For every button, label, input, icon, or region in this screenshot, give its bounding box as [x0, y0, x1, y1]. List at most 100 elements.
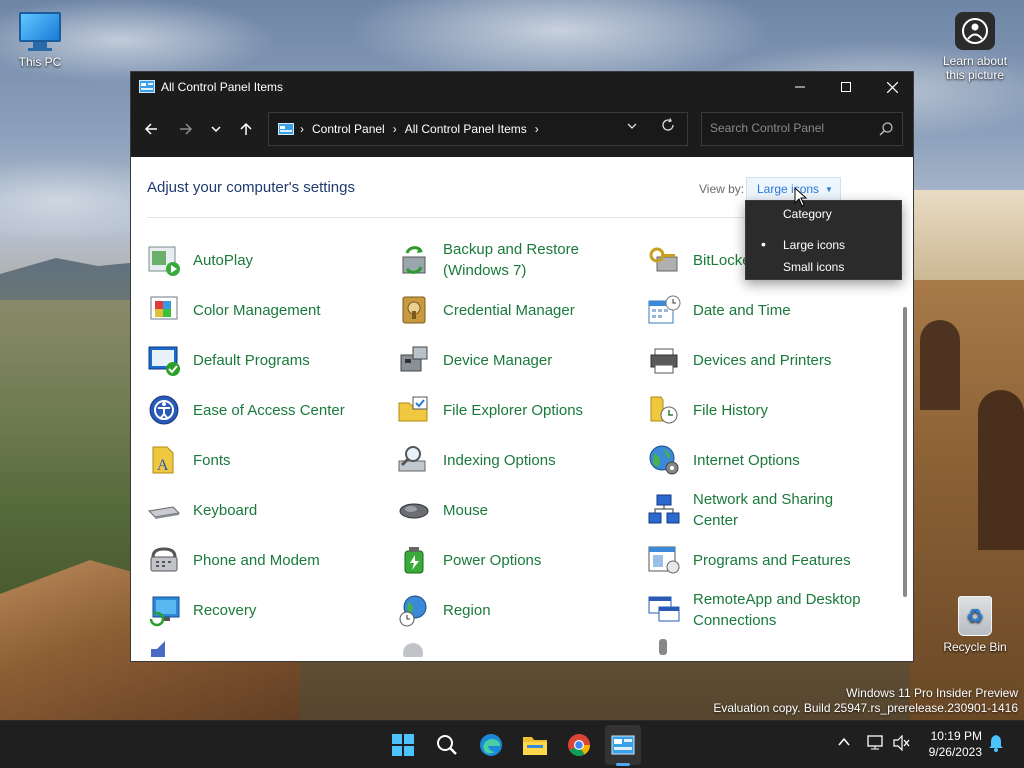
taskbar-chrome[interactable] — [565, 731, 593, 759]
network-tray-button[interactable] — [867, 735, 885, 754]
breadcrumb-separator[interactable]: › — [535, 122, 539, 136]
item-devices-printers[interactable]: Devices and Printers — [647, 337, 887, 383]
desktop-icon-recycle-bin[interactable]: ♻ Recycle Bin — [942, 596, 1008, 654]
close-button[interactable] — [869, 72, 913, 102]
file-history-icon — [650, 396, 678, 424]
item-programs-features[interactable]: Programs and Features — [647, 537, 887, 583]
item-partial[interactable] — [647, 637, 887, 657]
breadcrumb-separator: › — [300, 122, 304, 136]
item-label: File History — [693, 401, 769, 419]
desktop-icon-label: This PC — [18, 55, 62, 69]
item-autoplay[interactable]: AutoPlay — [147, 237, 387, 283]
wallpaper-town — [910, 190, 1024, 290]
keyboard-icon — [147, 506, 181, 519]
region-icon — [399, 595, 427, 627]
svg-text:A: A — [157, 457, 169, 474]
item-file-history[interactable]: File History — [647, 387, 887, 433]
close-icon — [886, 81, 898, 93]
item-label: Default Programs — [193, 351, 310, 369]
item-remoteapp[interactable]: RemoteApp and Desktop Connections — [647, 587, 887, 633]
address-history-button[interactable] — [626, 120, 638, 135]
ease-of-access-icon — [149, 395, 179, 425]
back-button[interactable] — [139, 117, 163, 141]
arrow-left-icon — [144, 123, 157, 135]
arrow-right-icon — [180, 123, 193, 135]
breadcrumb-all-items[interactable]: All Control Panel Items — [405, 122, 527, 136]
item-label: Devices and Printers — [693, 351, 832, 369]
chevron-up-icon — [838, 737, 850, 746]
arrow-up-icon — [240, 122, 252, 135]
search-icon — [437, 735, 457, 755]
up-button[interactable] — [234, 117, 258, 141]
default-programs-icon — [148, 346, 180, 376]
item-network-sharing[interactable]: Network and Sharing Center — [647, 487, 887, 533]
item-file-explorer-options[interactable]: File Explorer Options — [397, 387, 637, 433]
item-credential-manager[interactable]: Credential Manager — [397, 287, 637, 333]
item-region[interactable]: Region — [397, 587, 637, 633]
item-color-management[interactable]: Color Management — [147, 287, 387, 333]
item-default-programs[interactable]: Default Programs — [147, 337, 387, 383]
item-label: Color Management — [193, 301, 321, 319]
breadcrumb-control-panel[interactable]: Control Panel — [312, 122, 385, 136]
item-internet-options[interactable]: Internet Options — [647, 437, 887, 483]
item-label: Ease of Access Center — [193, 401, 345, 419]
item-fonts[interactable]: A Fonts — [147, 437, 387, 483]
start-button[interactable] — [389, 731, 417, 759]
taskbar-search-button[interactable] — [433, 731, 461, 759]
item-partial[interactable] — [397, 637, 637, 657]
network-icon — [867, 735, 883, 750]
wallpaper-bridge-arch — [920, 320, 960, 410]
learn-about-picture-icon — [955, 12, 995, 50]
taskbar-clock[interactable]: 10:19 PM 9/26/2023 — [918, 728, 982, 760]
programs-features-icon — [648, 546, 680, 574]
item-ease-of-access[interactable]: Ease of Access Center — [147, 387, 387, 433]
refresh-button[interactable] — [661, 118, 675, 136]
item-label: Credential Manager — [443, 301, 575, 319]
maximize-button[interactable] — [823, 72, 869, 102]
minimize-button[interactable] — [777, 72, 823, 102]
menu-item-small-icons[interactable]: Small icons — [783, 260, 844, 274]
menu-item-category[interactable]: Category — [783, 207, 832, 221]
control-panel-icon — [611, 735, 635, 755]
address-bar[interactable]: › Control Panel › All Control Panel Item… — [268, 112, 688, 146]
item-label: Backup and Restore (Windows 7) — [443, 241, 579, 279]
recent-locations-button[interactable] — [204, 117, 228, 141]
taskbar-edge[interactable] — [477, 731, 505, 759]
item-partial[interactable] — [147, 637, 387, 657]
mouse-cursor-icon — [794, 187, 808, 207]
item-label: RemoteApp and Desktop Connections — [693, 591, 861, 629]
internet-options-icon — [649, 445, 679, 475]
desktop-icon-learn-about-picture[interactable]: Learn about this picture — [938, 12, 1012, 82]
active-app-indicator — [616, 763, 630, 766]
item-keyboard[interactable]: Keyboard — [147, 487, 387, 533]
menu-item-large-icons[interactable]: Large icons — [783, 238, 845, 252]
search-input[interactable] — [710, 121, 870, 135]
navigation-toolbar: › Control Panel › All Control Panel Item… — [131, 102, 913, 157]
item-label: Network and Sharing Center — [693, 491, 834, 529]
taskbar-control-panel[interactable] — [609, 731, 637, 759]
maximize-icon — [841, 82, 851, 92]
show-hidden-icons-button[interactable] — [837, 735, 851, 752]
item-phone-modem[interactable]: Phone and Modem — [147, 537, 387, 583]
item-device-manager[interactable]: Device Manager — [397, 337, 637, 383]
view-by-label: View by: — [699, 182, 745, 196]
view-by-menu: Category • Large icons Small icons — [745, 200, 902, 280]
desktop-icon-this-pc[interactable]: This PC — [10, 10, 70, 69]
recycle-bin-icon: ♻ — [958, 596, 992, 636]
item-backup-restore[interactable]: Backup and Restore (Windows 7) — [397, 237, 637, 283]
volume-tray-button[interactable] — [893, 734, 911, 754]
search-box[interactable] — [701, 112, 903, 146]
taskbar-file-explorer[interactable] — [521, 731, 549, 759]
item-recovery[interactable]: Recovery — [147, 587, 387, 633]
item-power-options[interactable]: Power Options — [397, 537, 637, 583]
fonts-icon: A — [152, 446, 174, 474]
item-mouse[interactable]: Mouse — [397, 487, 637, 533]
chrome-icon — [568, 734, 590, 756]
vertical-scrollbar[interactable] — [903, 307, 907, 597]
title-bar[interactable]: All Control Panel Items — [131, 72, 913, 102]
forward-button[interactable] — [174, 117, 198, 141]
item-date-time[interactable]: Date and Time — [647, 287, 887, 333]
monitor-base — [28, 48, 52, 51]
item-indexing-options[interactable]: Indexing Options — [397, 437, 637, 483]
notifications-button[interactable] — [988, 734, 1004, 755]
